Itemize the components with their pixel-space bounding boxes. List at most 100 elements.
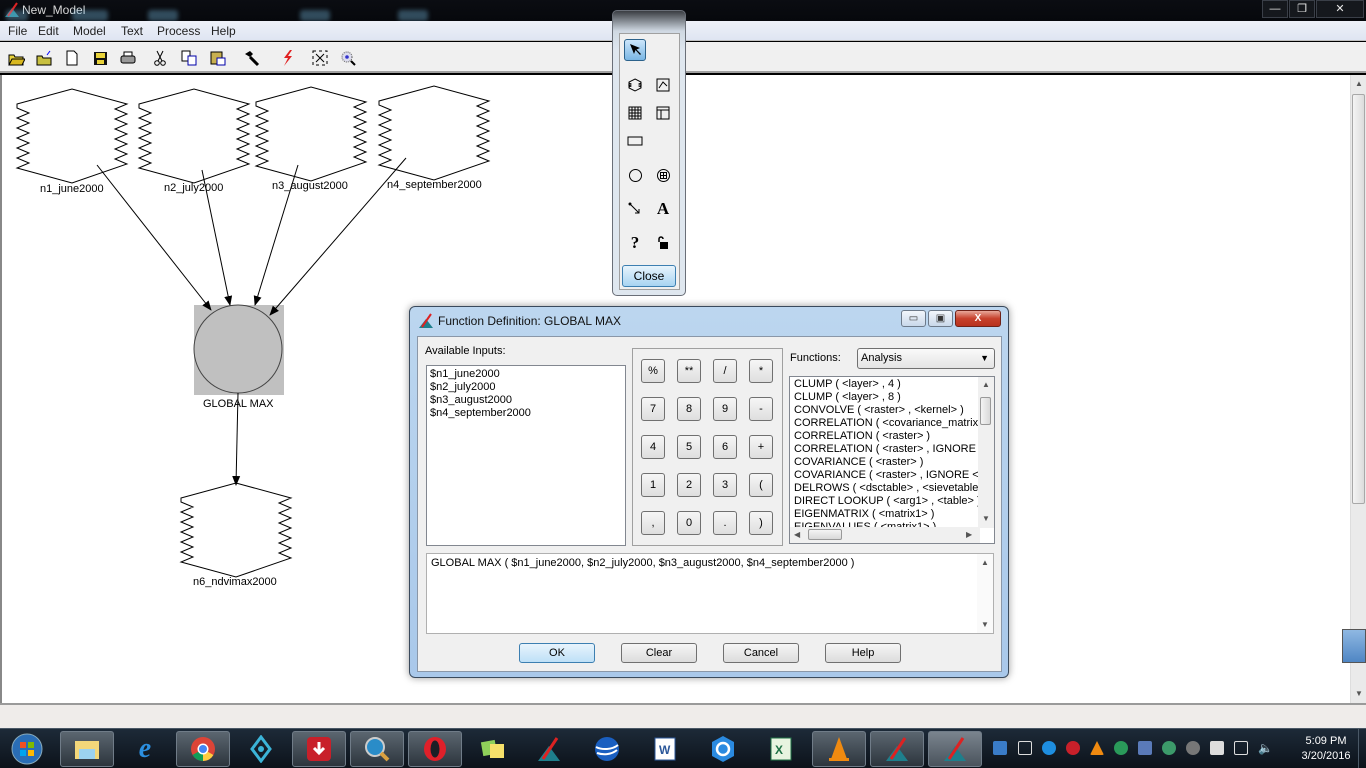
key-multiply[interactable]: * (749, 359, 773, 383)
scroll-down-arrow[interactable]: ▼ (1355, 689, 1363, 698)
minimize-button[interactable]: — (1262, 0, 1288, 18)
tray-network-icon[interactable] (1018, 741, 1032, 755)
raster-node-output[interactable] (179, 482, 293, 578)
functions-scroll-thumb[interactable] (980, 397, 991, 425)
key-comma[interactable]: , (641, 511, 665, 535)
input-item[interactable]: $n3_august2000 (430, 394, 622, 407)
taskbar-erdas-imagine-2[interactable] (870, 731, 924, 767)
menu-process[interactable]: Process (157, 24, 200, 38)
new-file-icon[interactable] (63, 49, 81, 67)
key-two[interactable]: 2 (677, 473, 701, 497)
function-item[interactable]: CORRELATION ( <covariance_matrix> (794, 417, 980, 430)
tray-downloader-icon[interactable] (1066, 741, 1080, 755)
cut-icon[interactable] (151, 49, 169, 67)
save-icon[interactable] (91, 49, 109, 67)
help-tool[interactable]: ? (624, 232, 646, 254)
available-inputs-list[interactable]: $n1_june2000 $n2_july2000 $n3_august2000… (426, 365, 626, 546)
taskbar-sticky-notes[interactable] (466, 731, 520, 767)
taskbar-excel[interactable]: X (754, 731, 808, 767)
function-item[interactable]: DIRECT LOOKUP ( <arg1> , <table> ) (794, 495, 980, 508)
side-download-tab[interactable] (1342, 629, 1366, 663)
function-item[interactable]: DELROWS ( <dsctable> , <sievetable> (794, 482, 980, 495)
function-item[interactable]: CORRELATION ( <raster> , IGNORE < (794, 443, 980, 456)
key-decimal[interactable]: . (713, 511, 737, 535)
taskbar-sync-app[interactable] (696, 731, 750, 767)
menu-edit[interactable]: Edit (38, 24, 59, 38)
key-seven[interactable]: 7 (641, 397, 665, 421)
functions-horizontal-scrollbar[interactable]: ◀ ▶ (790, 527, 980, 543)
key-percent[interactable]: % (641, 359, 665, 383)
key-open-paren[interactable]: ( (749, 473, 773, 497)
raster-node-n2[interactable] (137, 88, 251, 184)
tray-vlc-icon[interactable] (1090, 741, 1104, 755)
scalar-tool[interactable] (624, 130, 646, 152)
tray-save-icon[interactable] (993, 741, 1007, 755)
key-minus[interactable]: - (749, 397, 773, 421)
taskbar-opera[interactable] (408, 731, 462, 767)
ok-button[interactable]: OK (519, 643, 595, 663)
key-five[interactable]: 5 (677, 435, 701, 459)
key-six[interactable]: 6 (713, 435, 737, 459)
tray-globe-icon[interactable] (1114, 741, 1128, 755)
dialog-maximize-button[interactable]: ▣ (928, 310, 953, 327)
open-recent-icon[interactable] (35, 49, 53, 67)
palette-close-button[interactable]: Close (622, 265, 676, 287)
matrix-tool[interactable] (624, 102, 646, 124)
start-button[interactable] (2, 731, 52, 767)
taskbar-chrome[interactable] (176, 731, 230, 767)
zoom-magnifier-icon[interactable] (339, 49, 357, 67)
tray-volume-icon[interactable]: 🔈 (1258, 741, 1273, 755)
functions-category-select[interactable]: Analysis ▼ (857, 348, 995, 369)
function-tool[interactable] (624, 164, 646, 186)
raster-node-n1[interactable] (15, 88, 129, 184)
key-three[interactable]: 3 (713, 473, 737, 497)
key-eight[interactable]: 8 (677, 397, 701, 421)
tray-display-icon[interactable] (1138, 741, 1152, 755)
tray-webcam-icon[interactable] (1186, 741, 1200, 755)
input-item[interactable]: $n2_july2000 (430, 381, 622, 394)
run-lightning-icon[interactable] (278, 49, 296, 67)
functions-hscroll-thumb[interactable] (808, 529, 842, 540)
function-item[interactable]: CLUMP ( <layer> , 4 ) (794, 378, 980, 391)
lock-tool[interactable] (652, 232, 674, 254)
taskbar-file-explorer[interactable] (60, 731, 114, 767)
function-item[interactable]: COVARIANCE ( <raster> , IGNORE <v (794, 469, 980, 482)
expression-scrollbar[interactable]: ▲ ▼ (977, 554, 993, 633)
tray-ie-icon[interactable] (1042, 741, 1056, 755)
taskbar-erdas-imagine[interactable] (522, 731, 576, 767)
connect-tool[interactable] (624, 198, 646, 220)
key-close-paren[interactable]: ) (749, 511, 773, 535)
fit-to-window-icon[interactable] (311, 49, 329, 67)
function-item[interactable]: CORRELATION ( <raster> ) (794, 430, 980, 443)
key-zero[interactable]: 0 (677, 511, 701, 535)
functions-list[interactable]: CLUMP ( <layer> , 4 ) CLUMP ( <layer> , 8… (789, 376, 995, 544)
menu-model[interactable]: Model (73, 24, 106, 38)
function-item[interactable]: EIGENMATRIX ( <matrix1> ) (794, 508, 980, 521)
tray-action-center-icon[interactable] (1210, 741, 1224, 755)
tray-power-icon[interactable] (1234, 741, 1248, 755)
menu-text[interactable]: Text (121, 24, 143, 38)
print-icon[interactable] (119, 49, 137, 67)
key-divide[interactable]: / (713, 359, 737, 383)
raster-node-n4[interactable] (377, 85, 491, 181)
cancel-button[interactable]: Cancel (723, 643, 799, 663)
input-item[interactable]: $n1_june2000 (430, 368, 622, 381)
show-desktop-button[interactable] (1358, 729, 1366, 768)
input-item[interactable]: $n4_september2000 (430, 407, 622, 420)
dialog-close-button[interactable]: X (955, 310, 1001, 327)
open-folder-icon[interactable] (7, 49, 25, 67)
function-item[interactable]: CLUMP ( <layer> , 8 ) (794, 391, 980, 404)
menu-help[interactable]: Help (211, 24, 236, 38)
tray-sync-icon[interactable] (1162, 741, 1176, 755)
canvas-vertical-scrollbar[interactable]: ▲ ▼ (1350, 75, 1366, 703)
functions-vertical-scrollbar[interactable]: ▲ ▼ (978, 377, 994, 528)
key-nine[interactable]: 9 (713, 397, 737, 421)
hammer-icon[interactable] (243, 49, 261, 67)
paste-icon[interactable] (209, 49, 227, 67)
taskbar-erdas-imagine-3[interactable] (928, 731, 982, 767)
select-arrow-tool[interactable] (624, 39, 646, 61)
key-four[interactable]: 4 (641, 435, 665, 459)
restore-button[interactable]: ❐ (1289, 0, 1315, 18)
scroll-up-arrow[interactable]: ▲ (1355, 79, 1363, 88)
taskbar-clock[interactable]: 5:09 PM 3/20/2016 (1296, 734, 1356, 764)
